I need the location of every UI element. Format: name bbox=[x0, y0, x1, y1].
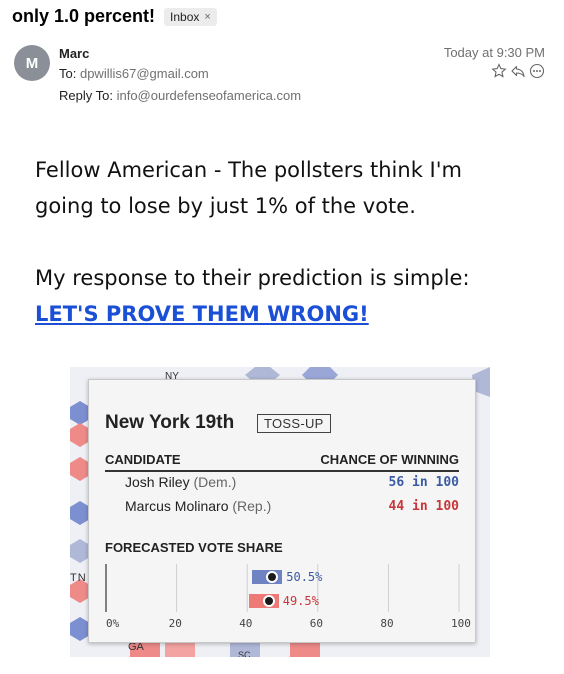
star-icon[interactable] bbox=[491, 63, 507, 79]
reply-to-line: Reply To: info@ourdefenseofamerica.com bbox=[59, 88, 301, 103]
reply-icon[interactable] bbox=[510, 63, 526, 79]
vote-share-marker bbox=[252, 570, 283, 584]
vote-share-bar: 49.5% bbox=[248, 594, 319, 608]
tick-label: 100 bbox=[451, 617, 471, 630]
inbox-badge[interactable]: Inbox × bbox=[164, 7, 217, 26]
tick-label: 80 bbox=[380, 617, 394, 630]
to-address[interactable]: dpwillis67@gmail.com bbox=[80, 66, 209, 81]
to-label: To: bbox=[59, 66, 77, 81]
timestamp: Today at 9:30 PM bbox=[443, 45, 545, 60]
tick-label: 20 bbox=[168, 617, 182, 630]
forecast-tooltip-card: New York 19th TOSS-UP CANDIDATE CHANCE O… bbox=[88, 379, 476, 643]
forecast-image[interactable]: NY TN GA SC New York 19th TOSS-UP CANDID… bbox=[70, 367, 490, 657]
inbox-badge-label: Inbox bbox=[170, 9, 200, 24]
reply-to-label: Reply To: bbox=[59, 88, 113, 103]
body-line-1: Fellow American - The pollsters think I'… bbox=[35, 158, 462, 182]
map-label-sc: SC bbox=[238, 650, 251, 657]
to-line: To: dpwillis67@gmail.com bbox=[59, 66, 209, 81]
vote-share-bar: 50.5% bbox=[252, 570, 322, 584]
tick-label: 60 bbox=[309, 617, 324, 630]
tick-label: 40 bbox=[239, 617, 253, 630]
map-label-tn: TN bbox=[70, 572, 87, 584]
close-icon[interactable]: × bbox=[204, 11, 210, 23]
marker-dot bbox=[266, 571, 279, 583]
cta-link[interactable]: LET'S PROVE THEM WRONG! bbox=[35, 302, 369, 326]
reply-to-address[interactable]: info@ourdefenseofamerica.com bbox=[117, 88, 301, 103]
vote-share-label: 50.5% bbox=[286, 570, 323, 584]
more-icon[interactable] bbox=[529, 63, 545, 79]
tick-label: 0% bbox=[106, 617, 120, 630]
vote-share-label: 49.5% bbox=[282, 594, 319, 608]
avatar: M bbox=[14, 45, 50, 81]
subject-row: only 1.0 percent! Inbox × bbox=[12, 6, 217, 27]
message-actions bbox=[491, 63, 545, 79]
sender-name[interactable]: Marc bbox=[59, 46, 89, 61]
email-subject: only 1.0 percent! bbox=[12, 6, 156, 26]
marker-dot bbox=[262, 595, 275, 607]
vote-share-marker bbox=[248, 594, 279, 608]
body-line-2: going to lose by just 1% of the vote. bbox=[35, 194, 416, 218]
email-body: Fellow American - The pollsters think I'… bbox=[35, 152, 535, 332]
body-line-3: My response to their prediction is simpl… bbox=[35, 266, 470, 290]
